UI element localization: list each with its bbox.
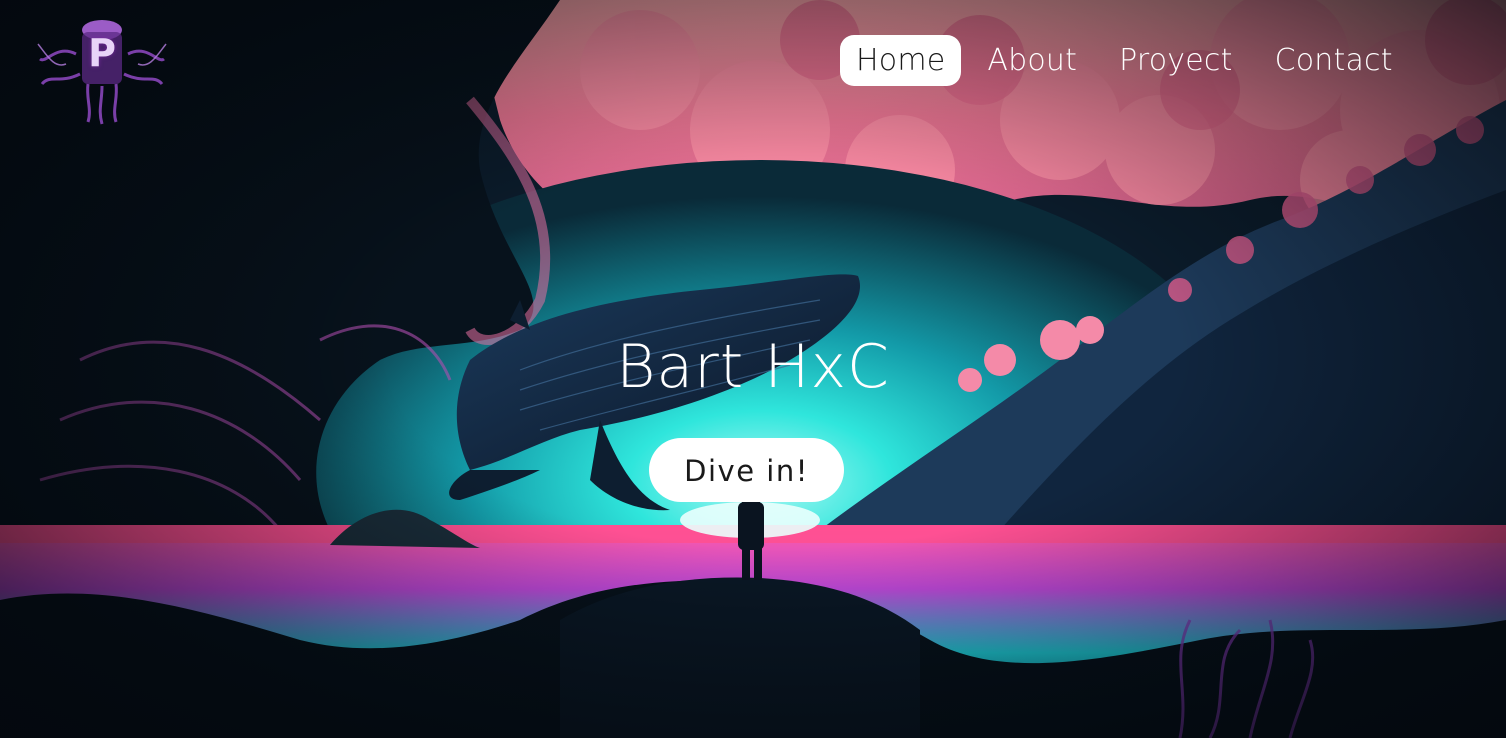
hero-section: P Home About Proyect Contact Bart HxC Di… (0, 0, 1506, 738)
dive-in-button[interactable]: Dive in! (649, 438, 844, 502)
site-logo[interactable]: P (36, 14, 168, 126)
logo-letter: P (88, 31, 116, 75)
main-nav: Home About Proyect Contact (840, 35, 1419, 86)
nav-home[interactable]: Home (840, 35, 962, 86)
nav-about[interactable]: About (971, 35, 1093, 86)
nav-proyect[interactable]: Proyect (1103, 35, 1248, 86)
nav-contact[interactable]: Contact (1259, 35, 1409, 86)
hero-title: Bart HxC (616, 332, 890, 402)
